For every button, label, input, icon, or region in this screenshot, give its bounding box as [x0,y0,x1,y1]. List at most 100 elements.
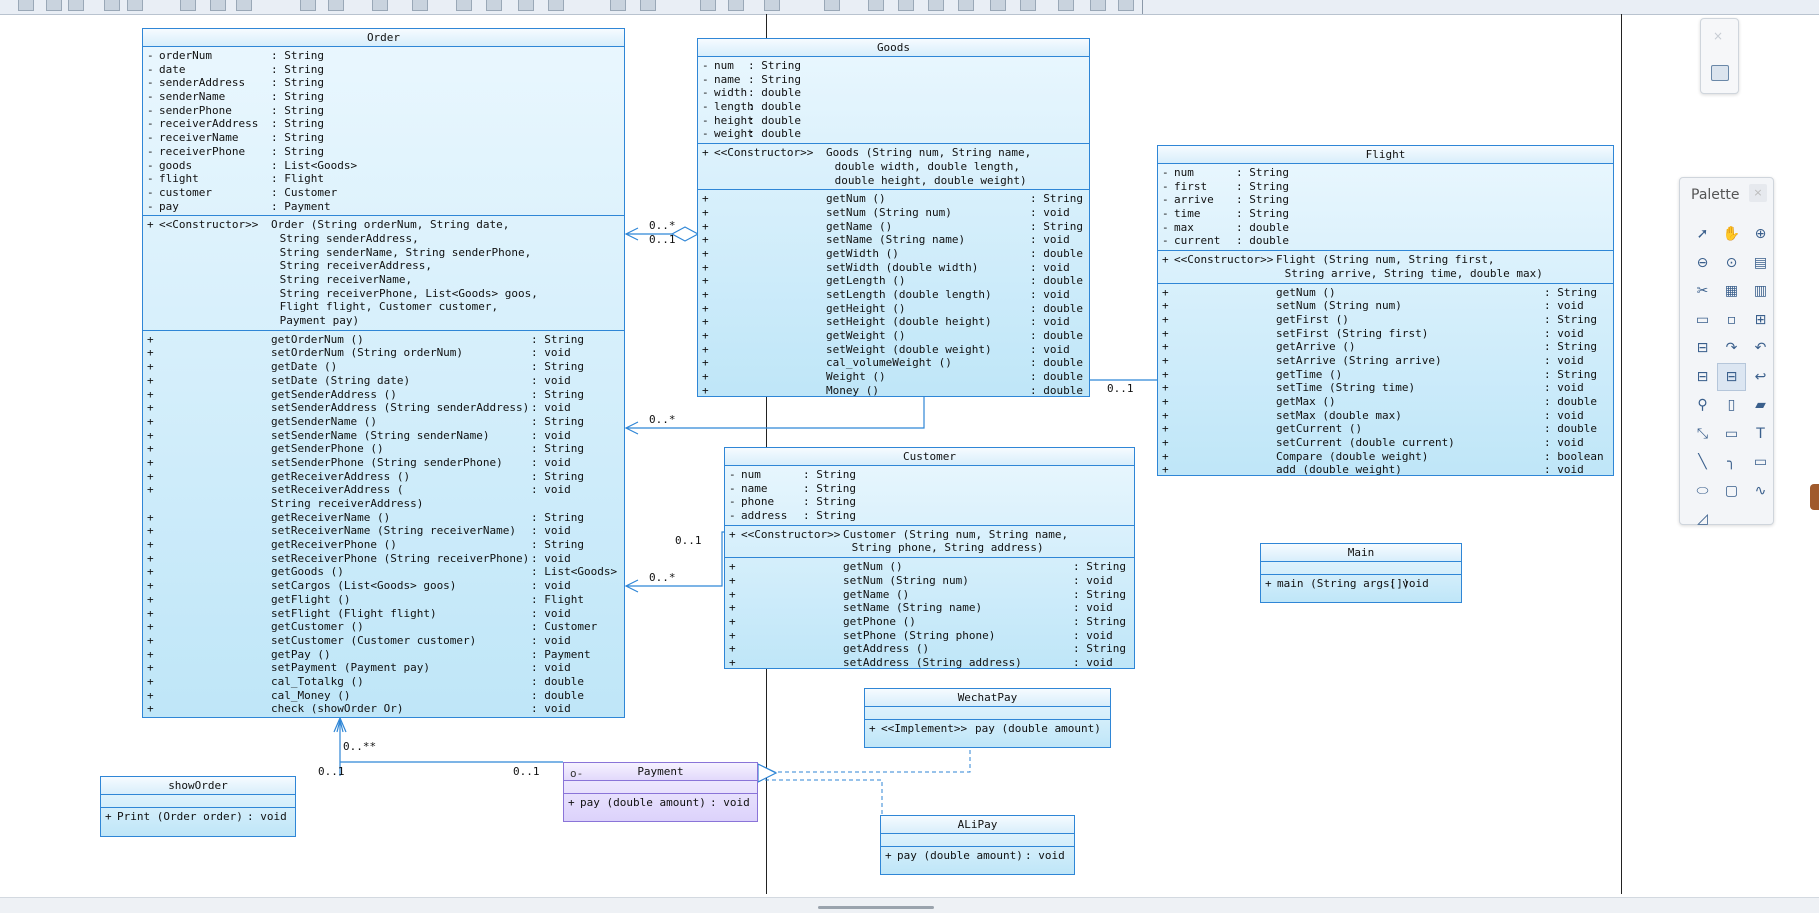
attribute-row[interactable]: - length: double [702,100,1085,114]
constructor-row[interactable]: + <<Constructor>> Order (String orderNum, … [147,218,620,232]
tree-icon[interactable]: ⊟ [1688,334,1717,363]
method-row[interactable]: + setFlight (Flight flight): void [147,607,620,621]
constructor-row[interactable]: + <<Constructor>> Customer (String num, St… [729,528,1130,542]
constructor-row[interactable]: String phone, String address) [729,541,1130,555]
line-icon[interactable]: ╲ [1688,448,1717,477]
method-row[interactable]: + setMax (double max): void [1162,409,1609,423]
method-row[interactable]: + setReceiverName (String receiverName): … [147,524,620,538]
constructor-row[interactable]: String senderName, String senderPhone, [147,246,620,260]
class-main[interactable]: Main + main (String args[]): void [1260,543,1462,603]
method-row[interactable]: + getNum (): String [729,560,1130,574]
constructor-row[interactable]: String receiverAddress, [147,259,620,273]
attribute-row[interactable]: - senderPhone: String [147,104,620,118]
method-row[interactable]: + getGoods (): List<Goods> [147,565,620,579]
method-row[interactable]: + getOrderNum (): String [147,333,620,347]
association-icon[interactable]: ↶ [1746,334,1775,363]
attribute-row[interactable]: - customer: Customer [147,186,620,200]
constructor-row[interactable]: + <<Constructor>> Goods (String num, Strin… [702,146,1085,160]
overview-panel[interactable]: × [1700,18,1739,94]
link-icon[interactable]: ↷ [1717,334,1746,363]
rectangle-icon[interactable]: ▭ [1746,448,1775,477]
method-row[interactable]: + setWeight (double weight): void [702,343,1085,357]
method-row[interactable]: + check (showOrder Or): void [147,702,620,716]
method-row[interactable]: + setSenderPhone (String senderPhone): vo… [147,456,620,470]
class-customer[interactable]: Customer - num: String - name: String - phone… [724,447,1135,669]
note2-icon[interactable]: ▰ [1746,391,1775,420]
freeform-icon[interactable]: ◿ [1688,505,1717,534]
method-row[interactable]: + getWidth (): double [702,247,1085,261]
attribute-row[interactable]: - height: double [702,114,1085,128]
method-row[interactable]: + setCurrent (double current): void [1162,436,1609,450]
method-row[interactable]: + getCurrent (): double [1162,422,1609,436]
overview-icon[interactable] [1711,65,1729,81]
method-row[interactable]: + setOrderNum (String orderNum): void [147,346,620,360]
method-row[interactable]: + getName (): String [729,588,1130,602]
attribute-row[interactable]: - num: String [702,59,1085,73]
method-row[interactable]: + pay (double amount): void [568,796,753,810]
zoom-fit-icon[interactable]: ⊙ [1717,249,1746,278]
arc-icon[interactable]: ╮ [1717,448,1746,477]
close-icon[interactable]: × [1749,184,1767,202]
method-row[interactable]: + setPayment (Payment pay): void [147,661,620,675]
class-icon[interactable]: ▦ [1717,277,1746,306]
method-row[interactable]: +<<Implement>>pay (double amount): [869,722,1106,736]
attribute-row[interactable]: - flight: Flight [147,172,620,186]
method-row[interactable]: + setLength (double length): void [702,288,1085,302]
attribute-row[interactable]: - date: String [147,63,620,77]
method-row[interactable]: + setFirst (String first): void [1162,327,1609,341]
text-icon[interactable]: T [1746,420,1775,449]
method-row[interactable]: + getReceiverName (): String [147,511,620,525]
table-icon[interactable]: ▥ [1746,277,1775,306]
attribute-row[interactable]: - receiverName: String [147,131,620,145]
document-icon[interactable]: ▯ [1717,391,1746,420]
attribute-row[interactable]: - senderAddress: String [147,76,620,90]
attribute-row[interactable]: - num: String [729,468,1130,482]
attribute-row[interactable]: - weight: double [702,127,1085,141]
method-row[interactable]: + setHeight (double height): void [702,315,1085,329]
drum-icon[interactable]: ▭ [1717,420,1746,449]
method-row[interactable]: + getSenderPhone (): String [147,442,620,456]
method-row[interactable]: + Money (): double [702,384,1085,398]
side-handle[interactable] [1810,484,1819,510]
method-row[interactable]: + getAddress (): String [729,642,1130,656]
horizontal-scrollbar[interactable] [0,897,1819,913]
constructor-row[interactable]: Flight flight, Customer customer, [147,300,620,314]
constructor-row[interactable]: double height, double weight) [702,174,1085,188]
constructor-row[interactable]: double width, double length, [702,160,1085,174]
method-row[interactable]: + setSenderAddress (String senderAddress)… [147,401,620,415]
zoom-out-icon[interactable]: ⊖ [1688,249,1717,278]
attribute-row[interactable]: - first: String [1162,180,1609,194]
class-wechatpay[interactable]: WechatPay + <<Implement>> pay (double amou… [864,688,1111,748]
method-row[interactable]: + Weight (): double [702,370,1085,384]
method-row[interactable]: + getNum (): String [1162,286,1609,300]
attribute-row[interactable]: - time: String [1162,207,1609,221]
rounded-rect-icon[interactable]: ▢ [1717,477,1746,506]
method-row[interactable]: + getReceiverAddress (): String [147,470,620,484]
method-row[interactable]: + setArrive (String arrive): void [1162,354,1609,368]
method-row[interactable]: + getSenderName (): String [147,415,620,429]
method-row[interactable]: + getName (): String [702,220,1085,234]
attribute-row[interactable]: - senderName: String [147,90,620,104]
connector-icon[interactable]: ⤡ [1688,420,1717,449]
method-row[interactable]: + getCustomer (): Customer [147,620,620,634]
method-row[interactable]: + setDate (String date): void [147,374,620,388]
hand-icon[interactable]: ✋ [1717,220,1746,249]
method-row[interactable]: + add (double weight): void [1162,463,1609,477]
method-row[interactable]: + Compare (double weight): boolean [1162,450,1609,464]
method-row[interactable]: + setCargos (List<Goods> goos): void [147,579,620,593]
method-row[interactable]: + setNum (String num): void [702,206,1085,220]
method-row[interactable]: + getHeight (): double [702,302,1085,316]
class-showorder[interactable]: showOrder + Print (Order order): void [100,776,296,837]
attribute-row[interactable]: - num: String [1162,166,1609,180]
method-row[interactable]: + cal_Totalkg (): double [147,675,620,689]
attribute-row[interactable]: - max: double [1162,221,1609,235]
method-row[interactable]: + cal_volumeWeight (): double [702,356,1085,370]
method-row[interactable]: + setName (String name): void [702,233,1085,247]
method-row[interactable]: + setCustomer (Customer customer): void [147,634,620,648]
method-row[interactable]: + setReceiverPhone (String receiverPhone)… [147,552,620,566]
attribute-row[interactable]: - current: double [1162,234,1609,248]
method-row[interactable]: + getPay (): Payment [147,648,620,662]
scrollbar-thumb[interactable] [818,906,934,909]
note-icon[interactable]: ▭ [1688,306,1717,335]
method-row[interactable]: + Print (Order order): void [105,810,291,824]
